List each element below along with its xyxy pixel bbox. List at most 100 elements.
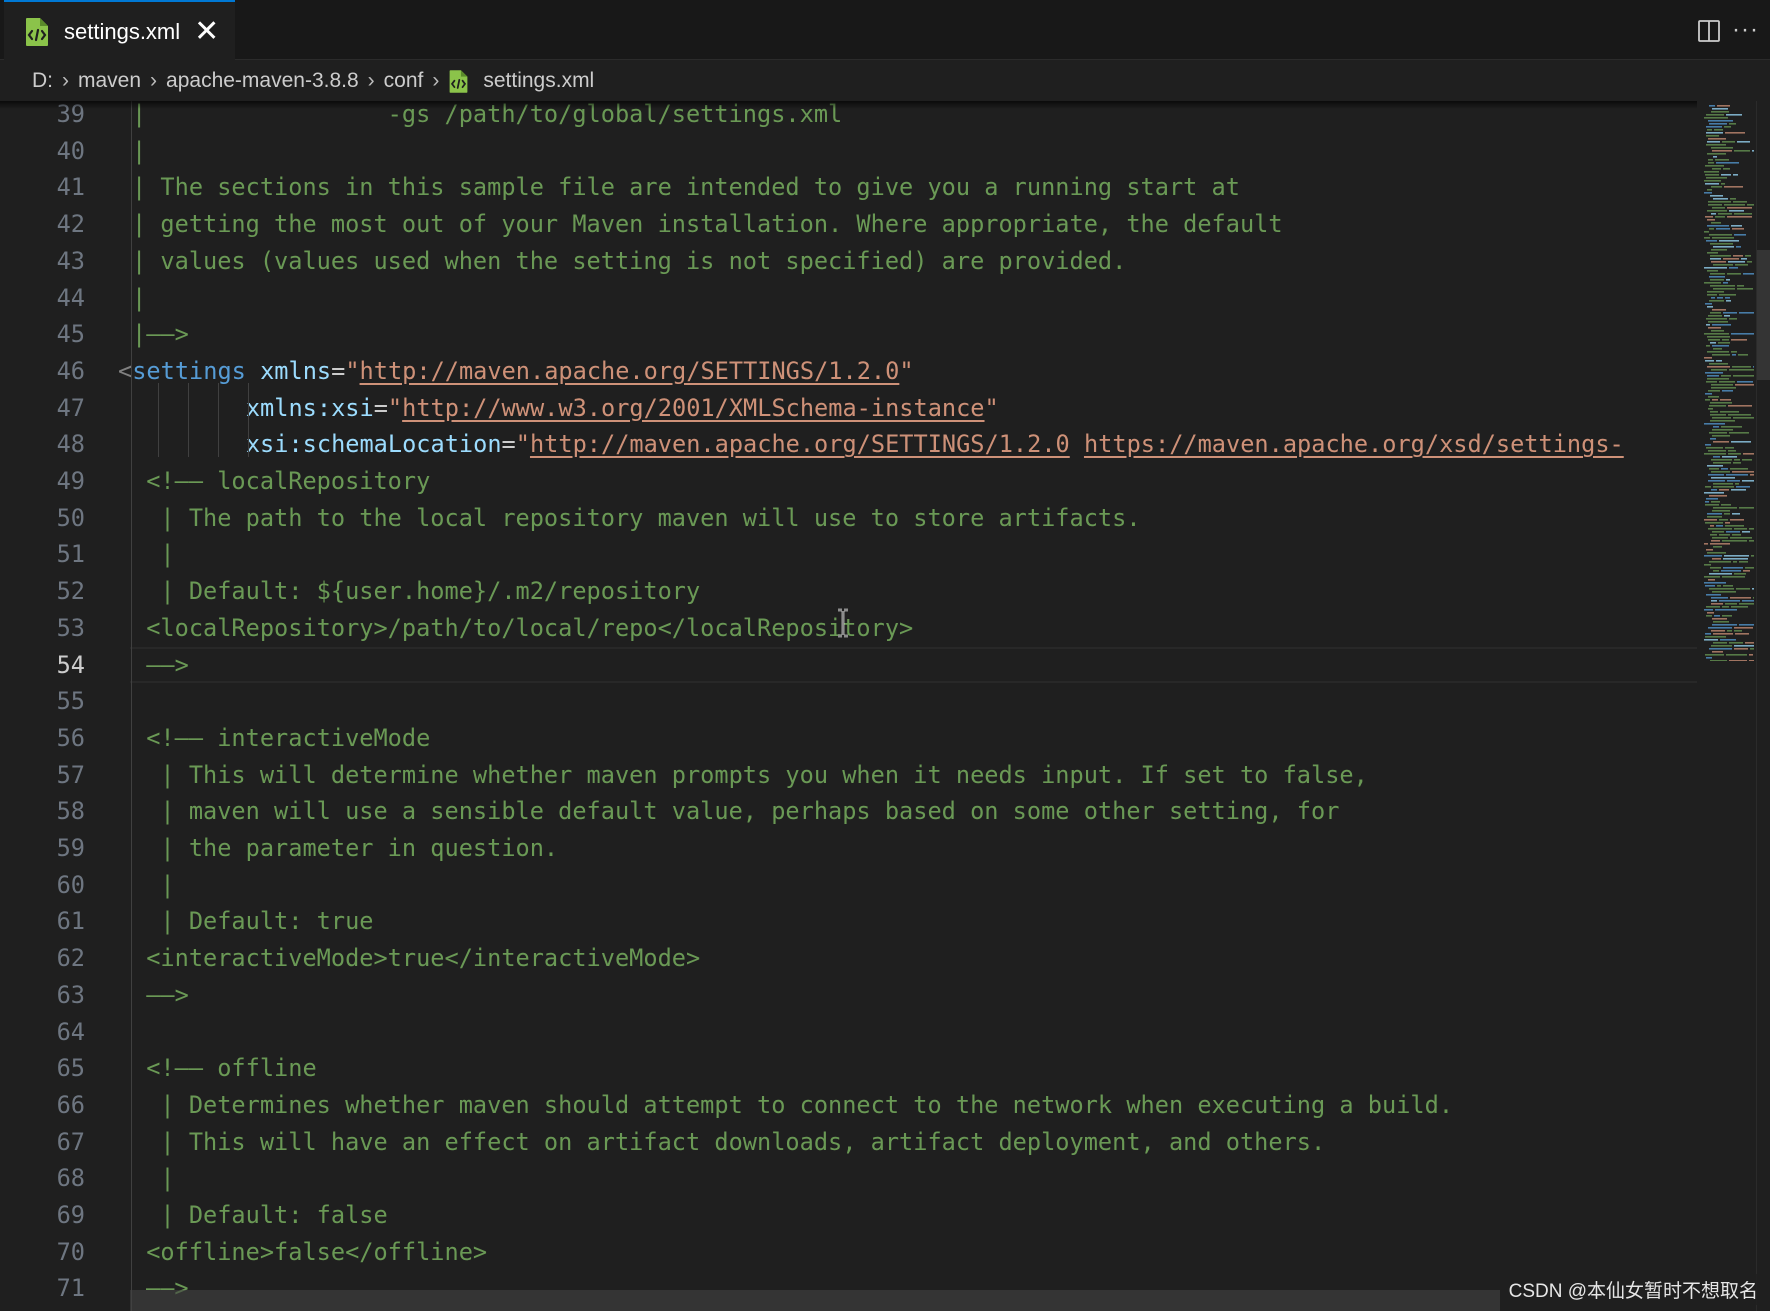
url-link[interactable]: http://maven.apache.org/SETTINGS/1.2.0 [360, 357, 900, 385]
code-line[interactable]: 67 | This will have an effect on artifac… [0, 1124, 1697, 1161]
code-line[interactable]: 56 <!—— interactiveMode [0, 720, 1697, 757]
code-line[interactable]: 44 | [0, 280, 1697, 317]
minimap[interactable] [1700, 101, 1756, 661]
minimap-stroke [1729, 432, 1749, 434]
code-line[interactable]: 68 | [0, 1160, 1697, 1197]
minimap-stroke [1723, 567, 1743, 569]
minimap-stroke [1705, 372, 1723, 374]
minimap-stroke [1705, 522, 1723, 524]
code-line[interactable]: 39 | -gs /path/to/global/settings.xml [0, 101, 1697, 133]
url-link[interactable]: http://www.w3.org/2001/XMLSchema-instanc… [402, 394, 984, 422]
code-line[interactable]: 40 | [0, 133, 1697, 170]
code-line[interactable]: 52 | Default: ${user.home}/.m2/repositor… [0, 573, 1697, 610]
minimap-stroke [1709, 432, 1727, 434]
code-line[interactable]: 50 | The path to the local repository ma… [0, 500, 1697, 537]
code-line[interactable]: 46 <settings xmlns="http://maven.apache.o… [0, 353, 1697, 390]
minimap-stroke [1713, 642, 1727, 644]
code-text: |——> [132, 316, 1697, 353]
minimap-stroke [1727, 630, 1732, 632]
code-line[interactable]: 66 | Determines whether maven should att… [0, 1087, 1697, 1124]
code-token: <offline>false</offline> [132, 1237, 488, 1266]
minimap-stroke [1713, 546, 1722, 548]
code-line[interactable]: 43 | values (values used when the setting… [0, 243, 1697, 280]
minimap-stroke [1706, 135, 1719, 137]
code-text: | This will determine whether maven prom… [132, 757, 1697, 794]
minimap-stroke [1726, 474, 1748, 476]
minimap-stroke [1711, 477, 1735, 479]
url-link[interactable]: http://maven.apache.org/SETTINGS/1.2.0 [530, 430, 1070, 458]
minimap-stroke [1750, 474, 1754, 476]
code-token: " [515, 430, 530, 459]
code-line[interactable]: 57 | This will determine whether maven p… [0, 757, 1697, 794]
minimap-stroke [1705, 360, 1714, 362]
code-line[interactable]: 65 <!—— offline [0, 1050, 1697, 1087]
minimap-stroke [1705, 636, 1726, 638]
minimap-stroke [1729, 210, 1744, 212]
minimap-stroke [1731, 333, 1754, 335]
code-token: | maven will use a sensible default valu… [132, 797, 1340, 826]
code-token: <!—— offline [132, 1054, 317, 1083]
code-token: <!—— localRepository [132, 467, 431, 495]
code-line[interactable]: 69 | Default: false [0, 1197, 1697, 1234]
minimap-stroke [1719, 240, 1739, 242]
breadcrumb-item-maven[interactable]: maven [78, 69, 141, 93]
scrollbar-thumb[interactable] [1757, 250, 1770, 380]
code-line[interactable]: 47 xmlns:xsi="http://www.w3.org/2001/XML… [0, 390, 1697, 427]
horizontal-scrollbar[interactable] [130, 1290, 1500, 1311]
code-line[interactable]: 51 | [0, 536, 1697, 573]
code-text: | [132, 133, 1697, 170]
url-link[interactable]: https://maven.apache.org/xsd/settings- [1084, 430, 1624, 458]
minimap-stroke [1708, 339, 1720, 341]
more-actions-icon[interactable]: ··· [1732, 16, 1759, 44]
code-line[interactable]: 49 <!—— localRepository [0, 463, 1697, 500]
minimap-stroke [1707, 219, 1715, 221]
minimap-stroke [1704, 357, 1712, 359]
minimap-stroke [1717, 297, 1723, 299]
minimap-stroke [1723, 168, 1730, 170]
minimap-stroke [1728, 261, 1745, 263]
split-editor-icon[interactable] [1697, 19, 1721, 43]
code-line[interactable]: 61 | Default: true [0, 903, 1697, 940]
minimap-stroke [1704, 582, 1726, 584]
minimap-stroke [1714, 615, 1720, 617]
minimap-stroke [1712, 435, 1730, 437]
minimap-stroke [1712, 324, 1731, 326]
breadcrumb-item-conf[interactable]: conf [384, 69, 424, 93]
code-line[interactable]: 63 ——> [0, 977, 1697, 1014]
code-editor[interactable]: 39 | -gs /path/to/global/settings.xml 40 | 4… [0, 101, 1697, 1311]
code-line[interactable]: 55 [0, 683, 1697, 720]
close-tab-icon[interactable]: ✕ [194, 16, 219, 47]
code-line[interactable]: 41 | The sections in this sample file are… [0, 169, 1697, 206]
minimap-stroke [1705, 633, 1711, 635]
code-token: | Default: true [132, 907, 374, 936]
minimap-stroke [1729, 267, 1738, 269]
code-line[interactable]: 45 |——> [0, 316, 1697, 353]
code-line[interactable]: 59 | the parameter in question. [0, 830, 1697, 867]
breadcrumb-item-drive[interactable]: D: [32, 69, 53, 93]
code-line[interactable]: 42 | getting the most out of your Maven i… [0, 206, 1697, 243]
minimap-stroke [1726, 654, 1747, 656]
minimap-stroke [1721, 426, 1742, 428]
code-line[interactable]: 48 xsi:schemaLocation="http://maven.apac… [0, 426, 1697, 463]
minimap-stroke [1745, 642, 1754, 644]
code-line[interactable]: 64 [0, 1014, 1697, 1051]
breadcrumb-item-settings-xml[interactable]: settings.xml [483, 69, 594, 93]
code-line[interactable]: 54 ——> [0, 646, 1697, 684]
tab-settings-xml[interactable]: settings.xml ✕ [4, 0, 235, 61]
code-text: <settings xmlns="http://maven.apache.org… [118, 353, 1683, 390]
code-line[interactable]: 58 | maven will use a sensible default v… [0, 793, 1697, 830]
code-line[interactable]: 62 <interactiveMode>true</interactiveMod… [0, 940, 1697, 977]
line-number: 67 [56, 1127, 85, 1156]
code-line[interactable]: 70 <offline>false</offline> [0, 1234, 1697, 1271]
minimap-stroke [1721, 570, 1741, 572]
code-line[interactable]: 60 | [0, 867, 1697, 904]
minimap-stroke [1712, 651, 1723, 653]
minimap-stroke [1722, 339, 1729, 341]
minimap-stroke [1736, 246, 1741, 248]
minimap-stroke [1713, 348, 1722, 350]
code-token: = [373, 393, 388, 422]
breadcrumb-item-apache-maven[interactable]: apache-maven-3.8.8 [166, 69, 359, 93]
minimap-stroke [1734, 630, 1742, 632]
minimap-stroke [1734, 213, 1752, 215]
minimap-stroke [1708, 138, 1726, 140]
